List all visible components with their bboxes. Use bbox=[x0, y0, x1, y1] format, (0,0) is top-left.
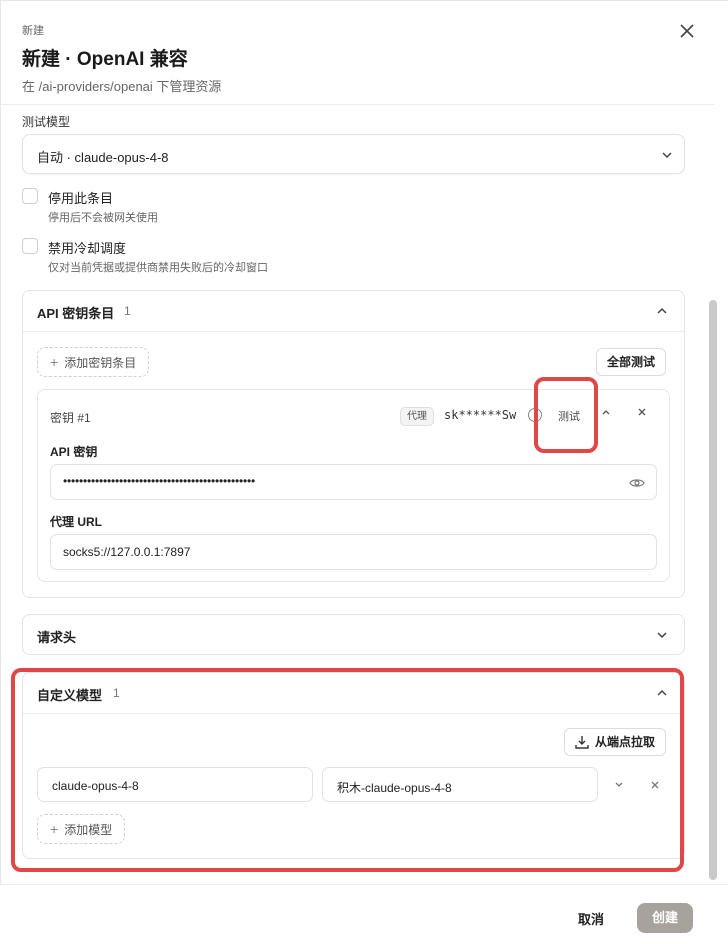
pull-from-endpoint-label: 从端点拉取 bbox=[595, 735, 656, 749]
chevron-up-icon[interactable] bbox=[654, 303, 670, 319]
close-icon[interactable] bbox=[676, 20, 698, 42]
custom-models-title: 自定义模型 bbox=[37, 688, 103, 703]
masked-key: sk******Sw bbox=[444, 408, 517, 422]
scrollbar-thumb[interactable] bbox=[709, 300, 717, 880]
breadcrumb: 新建 bbox=[22, 25, 44, 37]
remove-key-icon[interactable] bbox=[636, 406, 648, 421]
model-alias-input[interactable]: 积木-claude-opus-4-8 bbox=[322, 767, 598, 802]
test-key-button[interactable]: 测试 bbox=[558, 408, 580, 424]
api-keys-panel-header[interactable]: API 密钥条目 1 bbox=[23, 291, 684, 331]
proxy-url-input[interactable]: socks5://127.0.0.1:7897 bbox=[50, 534, 657, 570]
dialog-footer: 取消 创建 bbox=[0, 884, 728, 944]
request-headers-panel[interactable]: 请求头 bbox=[22, 614, 685, 655]
disable-entry-title: 停用此条目 bbox=[48, 191, 114, 206]
download-icon bbox=[575, 736, 589, 749]
chevron-down-icon bbox=[657, 632, 667, 639]
disable-entry-checkbox[interactable] bbox=[22, 188, 38, 204]
proxy-tag: 代理 bbox=[400, 407, 434, 426]
api-key-input[interactable]: ••••••••••••••••••••••••••••••••••••••••… bbox=[50, 464, 657, 500]
dialog-header: 新建 新建 · OpenAI 兼容 在 /ai-providers/openai… bbox=[0, 0, 728, 104]
test-model-value: 自动 · claude-opus-4-8 bbox=[37, 150, 169, 165]
chevron-up-icon[interactable] bbox=[600, 406, 612, 421]
proxy-url-value: socks5://127.0.0.1:7897 bbox=[63, 545, 191, 559]
divider bbox=[23, 331, 684, 332]
custom-models-count: 1 bbox=[113, 686, 120, 700]
key-entry-card: 密钥 #1 代理 sk******Sw ! 测试 API 密钥 ••••••••… bbox=[37, 389, 670, 582]
disable-cooldown-desc: 仅对当前凭据或提供商禁用失败后的冷却窗口 bbox=[48, 262, 268, 274]
api-keys-panel: API 密钥条目 1 + 添加密钥条目 全部测试 密钥 #1 代理 sk*****… bbox=[22, 290, 685, 598]
api-keys-count: 1 bbox=[124, 304, 131, 318]
pull-from-endpoint-button[interactable]: 从端点拉取 bbox=[564, 728, 667, 756]
add-key-entry-label: 添加密钥条目 bbox=[64, 356, 137, 370]
disable-cooldown-checkbox[interactable] bbox=[22, 238, 38, 254]
custom-models-header[interactable]: 自定义模型 1 bbox=[23, 673, 684, 713]
proxy-url-label: 代理 URL bbox=[50, 515, 102, 529]
add-model-label: 添加模型 bbox=[64, 823, 113, 837]
eye-icon[interactable] bbox=[629, 475, 645, 491]
chevron-down-icon bbox=[662, 152, 672, 159]
request-headers-header[interactable]: 请求头 bbox=[23, 615, 684, 655]
model-name-value: claude-opus-4-8 bbox=[52, 779, 139, 793]
disable-cooldown-title: 禁用冷却调度 bbox=[48, 241, 127, 256]
plus-icon: + bbox=[50, 354, 59, 370]
model-name-input[interactable]: claude-opus-4-8 bbox=[37, 767, 313, 802]
chevron-up-icon[interactable] bbox=[654, 685, 670, 701]
remove-model-icon[interactable] bbox=[649, 779, 661, 791]
add-model-button[interactable]: + 添加模型 bbox=[37, 814, 126, 844]
api-key-label: API 密钥 bbox=[50, 445, 98, 459]
info-icon[interactable]: ! bbox=[528, 408, 542, 422]
divider bbox=[23, 713, 684, 714]
disable-entry-desc: 停用后不会被网关使用 bbox=[48, 212, 158, 224]
test-model-select[interactable]: 自动 · claude-opus-4-8 bbox=[22, 134, 685, 174]
api-keys-title: API 密钥条目 bbox=[37, 306, 115, 321]
model-alias-value: 积木-claude-opus-4-8 bbox=[337, 781, 452, 795]
dialog-subtitle: 在 /ai-providers/openai 下管理资源 bbox=[22, 79, 222, 94]
add-key-entry-button[interactable]: + 添加密钥条目 bbox=[37, 347, 150, 377]
api-key-value: ••••••••••••••••••••••••••••••••••••••••… bbox=[63, 474, 256, 488]
create-button[interactable]: 创建 bbox=[637, 903, 693, 933]
test-model-label: 测试模型 bbox=[22, 115, 71, 129]
key-entry-title: 密钥 #1 bbox=[50, 411, 91, 425]
request-headers-title: 请求头 bbox=[37, 630, 77, 645]
plus-icon: + bbox=[50, 821, 59, 837]
chevron-down-icon[interactable] bbox=[613, 779, 625, 791]
cancel-button[interactable]: 取消 bbox=[578, 909, 604, 928]
test-all-button[interactable]: 全部测试 bbox=[596, 348, 667, 376]
dialog-title: 新建 · OpenAI 兼容 bbox=[22, 49, 188, 70]
